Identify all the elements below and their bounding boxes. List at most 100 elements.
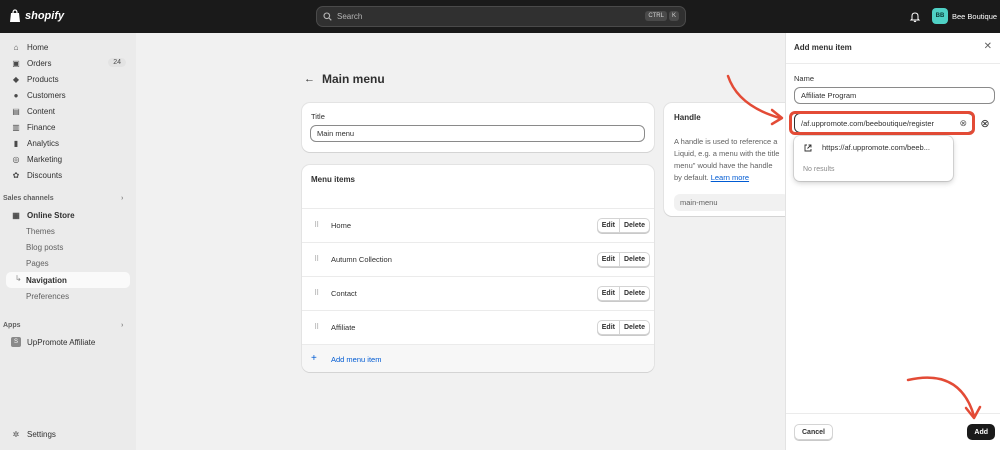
sidebar-item-online-store[interactable]: ▦ Online Store xyxy=(6,207,130,223)
sidebar-item-label: Blog posts xyxy=(26,242,64,252)
top-bar: shopify Search CTRL K BB Bee Boutique xyxy=(0,0,1000,33)
drag-handle-icon[interactable]: ⠿ xyxy=(314,289,319,297)
person-icon: ● xyxy=(13,90,19,100)
handle-desc-line: menu" would have the handle xyxy=(674,161,773,170)
sidebar-item-customers[interactable]: ● Customers xyxy=(6,87,130,103)
cancel-button[interactable]: Cancel xyxy=(794,424,833,440)
sidebar-item-analytics[interactable]: ▮ Analytics xyxy=(6,135,130,151)
sidebar: ⌂ Home ▣ Orders 24 ◆ Products ● Customers ▤ Co… xyxy=(0,33,136,450)
learn-more-link[interactable]: Learn more xyxy=(711,173,749,182)
menu-item-label: Affiliate xyxy=(331,323,356,332)
add-button[interactable]: Add xyxy=(967,424,995,440)
menu-item-label: Autumn Collection xyxy=(331,255,392,264)
sidebar-item-label: Home xyxy=(27,42,49,52)
sidebar-item-home[interactable]: ⌂ Home xyxy=(6,39,130,55)
drag-handle-icon[interactable]: ⠿ xyxy=(314,221,319,229)
handle-description: A handle is used to reference a Liquid, … xyxy=(674,136,786,184)
delete-button[interactable]: Delete xyxy=(618,321,649,334)
sidebar-item-label: Online Store xyxy=(27,210,75,220)
list-item[interactable]: ⠿ Home Edit Delete xyxy=(302,208,654,242)
annotation-arrow-icon xyxy=(906,376,982,420)
delete-button[interactable]: Delete xyxy=(618,219,649,232)
list-item[interactable]: ⠿ Affiliate Edit Delete xyxy=(302,310,654,344)
sidebar-item-products[interactable]: ◆ Products xyxy=(6,71,130,87)
handle-desc-line: A handle is used to reference a xyxy=(674,137,778,146)
sidebar-item-navigation[interactable]: ↳ Navigation xyxy=(6,272,130,288)
avatar: BB xyxy=(932,8,948,24)
page-title: Main menu xyxy=(322,72,385,86)
sidebar-item-pages[interactable]: Pages xyxy=(6,255,130,271)
close-icon[interactable]: ✕ xyxy=(984,41,992,52)
store-menu[interactable]: BB Bee Boutique xyxy=(932,8,997,24)
row-actions: Edit Delete xyxy=(596,320,650,335)
sidebar-item-label: Finance xyxy=(27,122,56,132)
section-label: Apps xyxy=(3,322,21,329)
chevron-right-icon: › xyxy=(121,322,124,329)
search-icon xyxy=(323,12,332,21)
content-icon: ▤ xyxy=(12,106,20,116)
sidebar-item-label: Discounts xyxy=(27,170,63,180)
store-icon: ▦ xyxy=(12,210,20,220)
sidebar-item-label: Pages xyxy=(26,258,49,268)
search-input[interactable]: Search CTRL K xyxy=(316,6,686,27)
section-label: Sales channels xyxy=(3,195,54,202)
annotation-highlight-box xyxy=(789,111,975,135)
suggestion-item[interactable]: https://af.uppromote.com/beeb... xyxy=(804,143,930,152)
edit-button[interactable]: Edit xyxy=(598,253,619,266)
shortcut-key-ctrl: CTRL xyxy=(645,11,667,21)
sidebar-item-label: Themes xyxy=(26,226,55,236)
sales-channels-heading[interactable]: Sales channels › xyxy=(3,195,123,202)
sidebar-item-preferences[interactable]: Preferences xyxy=(6,288,130,304)
page-header: ← Main menu xyxy=(304,72,385,86)
list-item[interactable]: ⠿ Autumn Collection Edit Delete xyxy=(302,242,654,276)
sidebar-item-label: Content xyxy=(27,106,56,116)
sidebar-item-finance[interactable]: ▥ Finance xyxy=(6,119,130,135)
home-icon: ⌂ xyxy=(13,42,19,52)
target-icon: ◎ xyxy=(12,154,20,164)
bell-icon[interactable] xyxy=(909,11,921,23)
sidebar-item-marketing[interactable]: ◎ Marketing xyxy=(6,151,130,167)
remove-link-icon[interactable]: ⊗ xyxy=(977,115,993,131)
external-link-icon xyxy=(804,144,812,151)
title-label: Title xyxy=(311,112,325,121)
back-arrow-icon[interactable]: ← xyxy=(304,73,315,85)
sidebar-item-content[interactable]: ▤ Content xyxy=(6,103,130,119)
edit-button[interactable]: Edit xyxy=(598,321,619,334)
edit-button[interactable]: Edit xyxy=(598,287,619,300)
list-item[interactable]: ⠿ Contact Edit Delete xyxy=(302,276,654,310)
no-results-text: No results xyxy=(803,166,835,173)
delete-button[interactable]: Delete xyxy=(618,253,649,266)
add-menu-item-button[interactable]: + Add menu item xyxy=(302,344,654,372)
sidebar-item-label: Settings xyxy=(27,429,56,439)
sidebar-item-label: Products xyxy=(27,74,59,84)
apps-heading[interactable]: Apps › xyxy=(3,322,123,329)
handle-value[interactable]: main-menu xyxy=(674,194,789,211)
sidebar-item-themes[interactable]: Themes xyxy=(6,223,130,239)
brand-name: shopify xyxy=(25,10,65,22)
sidebar-item-label: Marketing xyxy=(27,154,63,164)
sidebar-item-label: Navigation xyxy=(26,275,67,285)
app-icon: S xyxy=(11,337,21,347)
sidebar-item-uppromote[interactable]: S UpPromote Affiliate xyxy=(6,334,130,350)
sidebar-item-blog-posts[interactable]: Blog posts xyxy=(6,239,130,255)
handle-title: Handle xyxy=(674,113,701,122)
sidebar-item-settings[interactable]: ✲ Settings xyxy=(6,426,130,442)
title-input[interactable]: Main menu xyxy=(310,125,645,142)
sidebar-item-label: UpPromote Affiliate xyxy=(27,337,96,347)
sidebar-item-label: Preferences xyxy=(26,291,70,301)
name-input[interactable]: Affiliate Program xyxy=(794,87,995,104)
title-input-value: Main menu xyxy=(317,129,355,138)
tag-icon: ◆ xyxy=(12,74,20,84)
chart-icon: ▮ xyxy=(13,138,19,148)
delete-button[interactable]: Delete xyxy=(618,287,649,300)
drag-handle-icon[interactable]: ⠿ xyxy=(314,255,319,263)
drag-handle-icon[interactable]: ⠿ xyxy=(314,323,319,331)
shopify-bag-icon xyxy=(10,9,20,22)
name-label: Name xyxy=(794,74,815,83)
store-name: Bee Boutique xyxy=(952,11,998,21)
plus-icon: + xyxy=(311,353,317,364)
sidebar-item-orders[interactable]: ▣ Orders 24 xyxy=(6,55,130,71)
sidebar-item-discounts[interactable]: ✿ Discounts xyxy=(6,167,130,183)
shopify-logo[interactable]: shopify xyxy=(9,9,64,23)
edit-button[interactable]: Edit xyxy=(598,219,619,232)
